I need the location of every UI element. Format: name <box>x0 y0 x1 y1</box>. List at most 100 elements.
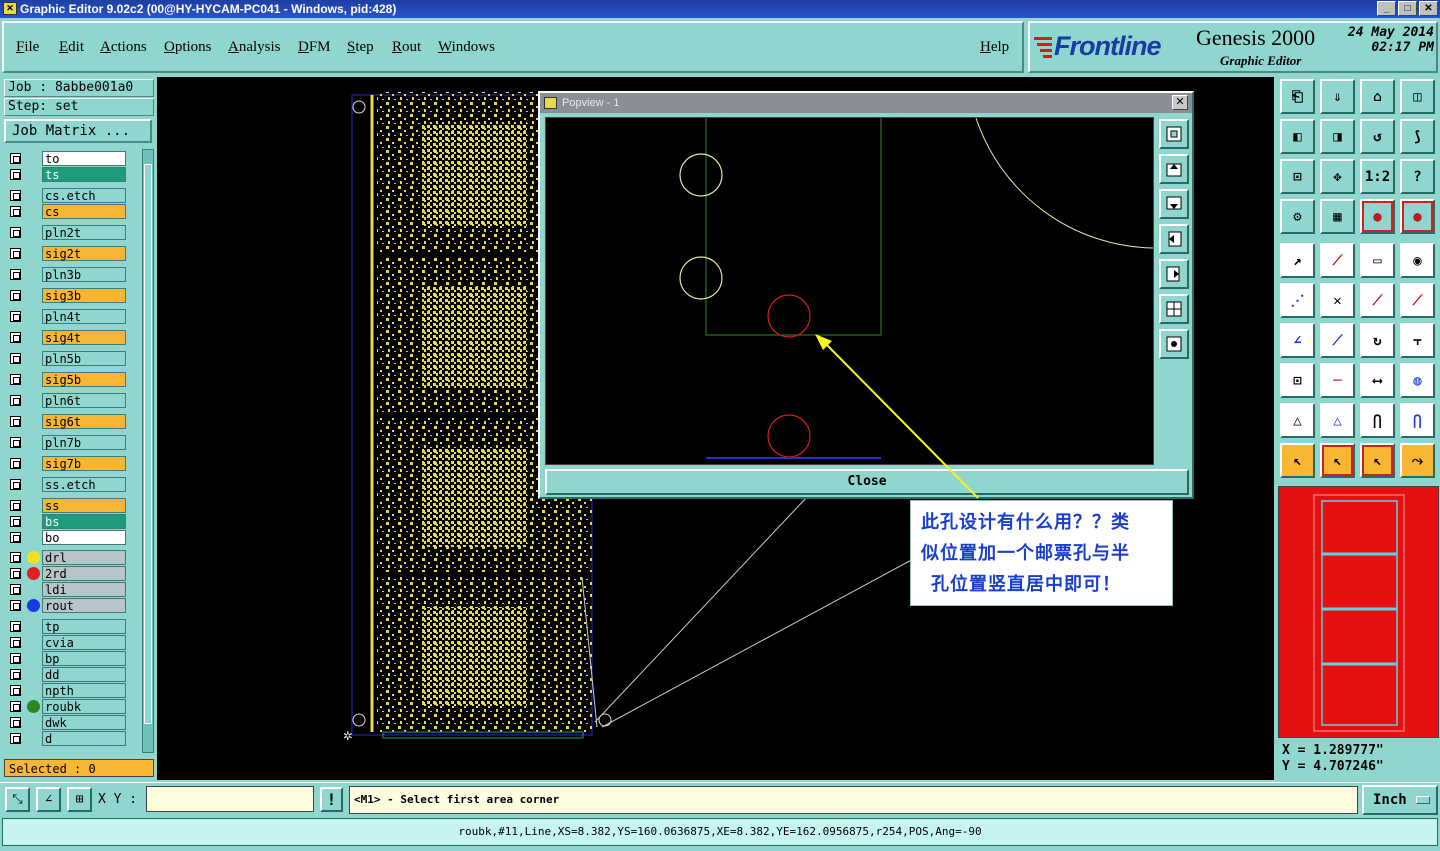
menu-actions[interactable]: Actions <box>100 39 147 56</box>
save-icon[interactable]: ⇓ <box>1320 79 1355 114</box>
layer-name[interactable]: sig5b <box>42 372 126 387</box>
menu-help[interactable]: Help <box>980 39 1009 56</box>
snap-red-icon[interactable]: ● <box>1360 199 1395 234</box>
layer-checkbox[interactable] <box>10 733 21 744</box>
popview-center-icon[interactable] <box>1159 329 1189 359</box>
layer-row-pln5b[interactable]: pln5b <box>4 351 140 367</box>
layer-name[interactable]: pln7b <box>42 435 126 450</box>
layer-checkbox[interactable] <box>10 568 21 579</box>
layer-name[interactable]: ss <box>42 498 126 513</box>
layer-row-ldi[interactable]: ldi <box>4 582 140 598</box>
arch-icon[interactable]: ⋂ <box>1360 403 1395 438</box>
close-window-button[interactable]: ✕ <box>1419 1 1438 16</box>
layer-row-pln4t[interactable]: pln4t <box>4 309 140 325</box>
popview-up-icon[interactable] <box>1159 154 1189 184</box>
layer-row-sig3b[interactable]: sig3b <box>4 288 140 304</box>
layer-name[interactable]: tp <box>42 619 126 634</box>
scrollbar-thumb[interactable] <box>144 164 152 724</box>
layer-row-rout[interactable]: rout <box>4 598 140 614</box>
layer-scrollbar[interactable] <box>142 149 154 753</box>
menu-options[interactable]: Options <box>164 39 212 56</box>
layer-checkbox[interactable] <box>10 532 21 543</box>
layer-checkbox[interactable] <box>10 685 21 696</box>
layer-row-tp[interactable]: tp <box>4 619 140 635</box>
triangle2-icon[interactable]: △ <box>1320 403 1355 438</box>
layer-checkbox[interactable] <box>10 653 21 664</box>
triangle-icon[interactable]: △ <box>1280 403 1315 438</box>
layer-name[interactable]: bs <box>42 514 126 529</box>
layer-checkbox[interactable] <box>10 353 21 364</box>
layer-row-sig2t[interactable]: sig2t <box>4 246 140 262</box>
layer-name[interactable]: rout <box>42 598 126 613</box>
rotate-icon[interactable]: ↻ <box>1360 323 1395 358</box>
maximize-button[interactable]: □ <box>1398 1 1417 16</box>
layer-checkbox[interactable] <box>10 311 21 322</box>
ruler-icon[interactable]: ▭ <box>1360 243 1395 278</box>
layer-checkbox[interactable] <box>10 153 21 164</box>
zoom-left-icon[interactable]: ◧ <box>1280 119 1315 154</box>
snap-red2-icon[interactable]: ● <box>1400 199 1435 234</box>
menu-edit[interactable]: Edit <box>59 39 84 56</box>
layer-name[interactable]: sig2t <box>42 246 126 261</box>
layer-row-bs[interactable]: bs <box>4 514 140 530</box>
minus-red-icon[interactable]: ─ <box>1320 363 1355 398</box>
layer-checkbox[interactable] <box>10 600 21 611</box>
layer-name[interactable]: pln3b <box>42 267 126 282</box>
pointer-box-icon[interactable]: ↖ <box>1320 443 1355 478</box>
layer-checkbox[interactable] <box>10 621 21 632</box>
arrow-icon[interactable]: ↗ <box>1280 243 1315 278</box>
grid-toggle-icon[interactable]: ⊞ <box>67 787 92 812</box>
unit-selector[interactable]: Inch <box>1362 785 1438 815</box>
layer-name[interactable]: pln2t <box>42 225 126 240</box>
layer-row-pln7b[interactable]: pln7b <box>4 435 140 451</box>
line-red2-icon[interactable]: ⟋ <box>1400 283 1435 318</box>
measure-icon[interactable]: ⟷ <box>1360 363 1395 398</box>
popview-fit-icon[interactable] <box>1159 294 1189 324</box>
layer-row-2rd[interactable]: 2rd <box>4 566 140 582</box>
zoom-right-icon[interactable]: ◨ <box>1320 119 1355 154</box>
layer-checkbox[interactable] <box>10 416 21 427</box>
layer-name[interactable]: dd <box>42 667 126 682</box>
execute-button[interactable]: ! <box>320 787 343 812</box>
scale-label[interactable]: 1:2 <box>1360 159 1395 194</box>
layer-row-drl[interactable]: drl <box>4 550 140 566</box>
measure-angle-icon[interactable]: ∠ <box>36 787 61 812</box>
layer-name[interactable]: cs <box>42 204 126 219</box>
popview-left-icon[interactable] <box>1159 224 1189 254</box>
layer-name[interactable]: drl <box>42 550 126 565</box>
layer-row-pln2t[interactable]: pln2t <box>4 225 140 241</box>
layer-name[interactable]: sig4t <box>42 330 126 345</box>
layer-name[interactable]: d <box>42 731 126 746</box>
layer-name[interactable]: sig3b <box>42 288 126 303</box>
layer-row-ss[interactable]: ss <box>4 498 140 514</box>
layer-checkbox[interactable] <box>10 206 21 217</box>
layer-name[interactable]: bp <box>42 651 126 666</box>
line-red-icon[interactable]: ⟋ <box>1360 283 1395 318</box>
layer-name[interactable]: ts <box>42 167 126 182</box>
dot-box-icon[interactable]: ◉ <box>1400 243 1435 278</box>
layer-name[interactable]: 2rd <box>42 566 126 581</box>
layer-name[interactable]: dwk <box>42 715 126 730</box>
layer-name[interactable]: cs.etch <box>42 188 126 203</box>
pointer-box2-icon[interactable]: ↖ <box>1360 443 1395 478</box>
layer-checkbox[interactable] <box>10 500 21 511</box>
menu-analysis[interactable]: Analysis <box>228 39 281 56</box>
menu-rout[interactable]: Rout <box>392 39 421 56</box>
menu-windows[interactable]: Windows <box>438 39 495 56</box>
layer-row-d[interactable]: d <box>4 731 140 747</box>
layer-checkbox[interactable] <box>10 516 21 527</box>
slash-icon[interactable]: ⟋ <box>1320 323 1355 358</box>
layer-name[interactable]: to <box>42 151 126 166</box>
layer-name[interactable]: pln5b <box>42 351 126 366</box>
overview-map[interactable] <box>1278 486 1439 738</box>
layer-checkbox[interactable] <box>10 637 21 648</box>
layer-row-cs[interactable]: cs <box>4 204 140 220</box>
help-icon[interactable]: ? <box>1400 159 1435 194</box>
xy-input[interactable] <box>146 786 314 812</box>
window-icon[interactable]: ◫ <box>1400 79 1435 114</box>
center-icon[interactable]: ✥ <box>1320 159 1355 194</box>
layer-name[interactable]: pln4t <box>42 309 126 324</box>
layer-row-ts[interactable]: ts <box>4 167 140 183</box>
layer-checkbox[interactable] <box>10 552 21 563</box>
layer-checkbox[interactable] <box>10 437 21 448</box>
